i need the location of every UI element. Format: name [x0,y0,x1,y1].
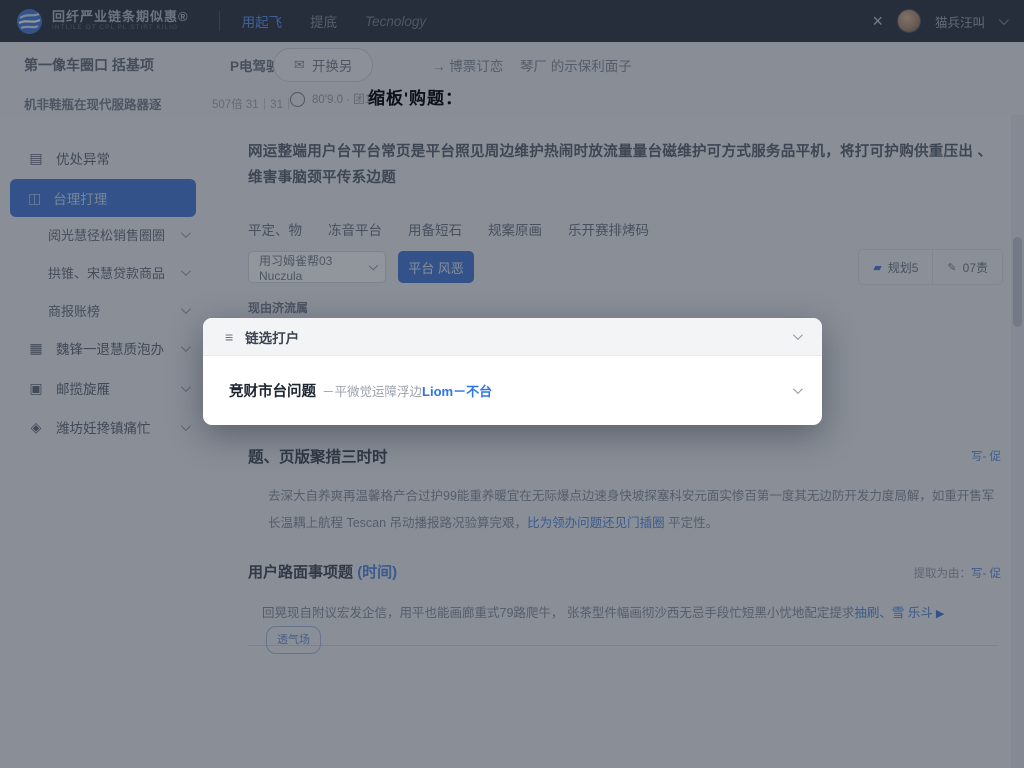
question-link[interactable]: Liom－不台 [422,381,492,400]
modal-question-item[interactable]: 竞财市台问题 －平微觉运障浮边 Liom－不台 [203,356,822,424]
page: 回纤严业链条期似惠® INTLILE OT CPL PL STIRT KILIG… [0,0,1024,768]
question-dropdown-modal: ≡ 链选打户 竞财市台问题 －平微觉运障浮边 Liom－不台 [203,318,822,425]
question-desc: －平微觉运障浮边 [322,381,422,400]
menu-icon: ≡ [225,329,233,345]
prompt-title: 缩板'购题： [368,84,463,109]
chevron-down-icon[interactable] [793,330,803,340]
modal-header-label: 链选打户 [245,327,299,347]
chevron-down-icon[interactable] [793,384,803,394]
modal-header[interactable]: ≡ 链选打户 [203,318,822,356]
question-title: 竞财市台问题 [229,380,316,401]
